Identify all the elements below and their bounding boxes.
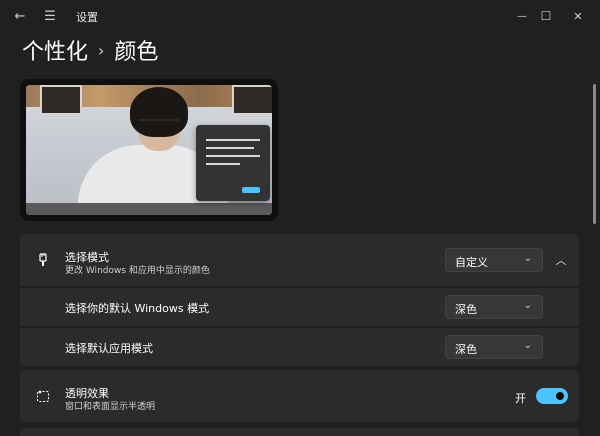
hamburger-menu-icon: ☰ [44, 8, 56, 24]
dropdown-selected-value: 自定义 [455, 256, 488, 269]
wallpaper-frame-left [40, 85, 82, 115]
paintbrush-icon [36, 253, 50, 267]
chevron-up-icon: ︿ [555, 254, 567, 267]
collapse-button[interactable]: ︿ [549, 248, 573, 272]
choose-mode-dropdown[interactable]: 自定义 ⌄ [445, 248, 543, 272]
breadcrumb-parent-link[interactable]: 个性化 [22, 34, 88, 66]
maximize-button[interactable]: ☐ [530, 0, 562, 32]
transparency-subtitle: 窗口和表面显示半透明 [65, 402, 156, 412]
preview-taskbar [26, 203, 272, 215]
windows-mode-row: 选择你的默认 Windows 模式 深色 ⌄ [20, 288, 579, 326]
back-arrow-icon: ← [14, 8, 26, 24]
transparency-toggle[interactable] [536, 388, 568, 404]
sample-text-line [206, 139, 260, 141]
close-button[interactable]: ✕ [560, 0, 596, 32]
minimize-icon: — [517, 10, 527, 22]
sample-accent-button [242, 187, 260, 193]
dropdown-selected-value: 深色 [455, 343, 477, 356]
sample-text-line [206, 147, 254, 149]
navigation-menu-button[interactable]: ☰ [36, 0, 64, 32]
chevron-right-icon: › [98, 40, 105, 60]
transparency-sparkle-icon [36, 389, 50, 403]
title-bar: ← ☰ 设置 — ☐ ✕ [0, 0, 600, 32]
app-mode-row: 选择默认应用模式 深色 ⌄ [20, 328, 579, 366]
preview-sample-window [196, 125, 270, 201]
maximize-icon: ☐ [540, 9, 552, 23]
sample-text-line [206, 163, 240, 165]
dropdown-selected-value: 深色 [455, 303, 477, 316]
toggle-state-label: 开 [515, 392, 526, 405]
theme-preview [20, 79, 278, 221]
wallpaper-frame-right [232, 85, 272, 115]
chevron-down-icon: ⌄ [523, 253, 532, 264]
choose-mode-expander[interactable]: 选择模式 更改 Windows 和应用中显示的颜色 自定义 ⌄ ︿ [20, 234, 579, 286]
page-title: 颜色 [114, 40, 159, 65]
app-title: 设置 [76, 11, 98, 24]
windows-mode-dropdown[interactable]: 深色 ⌄ [445, 295, 543, 319]
preview-wallpaper [26, 85, 272, 215]
app-mode-label: 选择默认应用模式 [65, 342, 153, 355]
vertical-scrollbar[interactable] [593, 84, 596, 224]
chevron-down-icon: ⌄ [523, 300, 532, 311]
app-mode-dropdown[interactable]: 深色 ⌄ [445, 335, 543, 359]
windows-mode-label: 选择你的默认 Windows 模式 [65, 302, 210, 315]
toggle-knob [556, 392, 564, 400]
wallpaper-glasses [139, 119, 179, 131]
transparency-row: 透明效果 窗口和表面显示半透明 开 [20, 370, 579, 422]
back-button[interactable]: ← [6, 0, 34, 32]
settings-window: ← ☰ 设置 — ☐ ✕ 个性化 › 颜色 选择模式 更改 Windows 和应… [0, 0, 600, 436]
close-icon: ✕ [573, 9, 583, 23]
breadcrumb: 个性化 › 颜色 [22, 34, 158, 66]
choose-mode-subtitle: 更改 Windows 和应用中显示的颜色 [65, 266, 210, 276]
chevron-down-icon: ⌄ [523, 340, 532, 351]
sample-text-line [206, 155, 260, 157]
next-setting-card [20, 428, 579, 436]
